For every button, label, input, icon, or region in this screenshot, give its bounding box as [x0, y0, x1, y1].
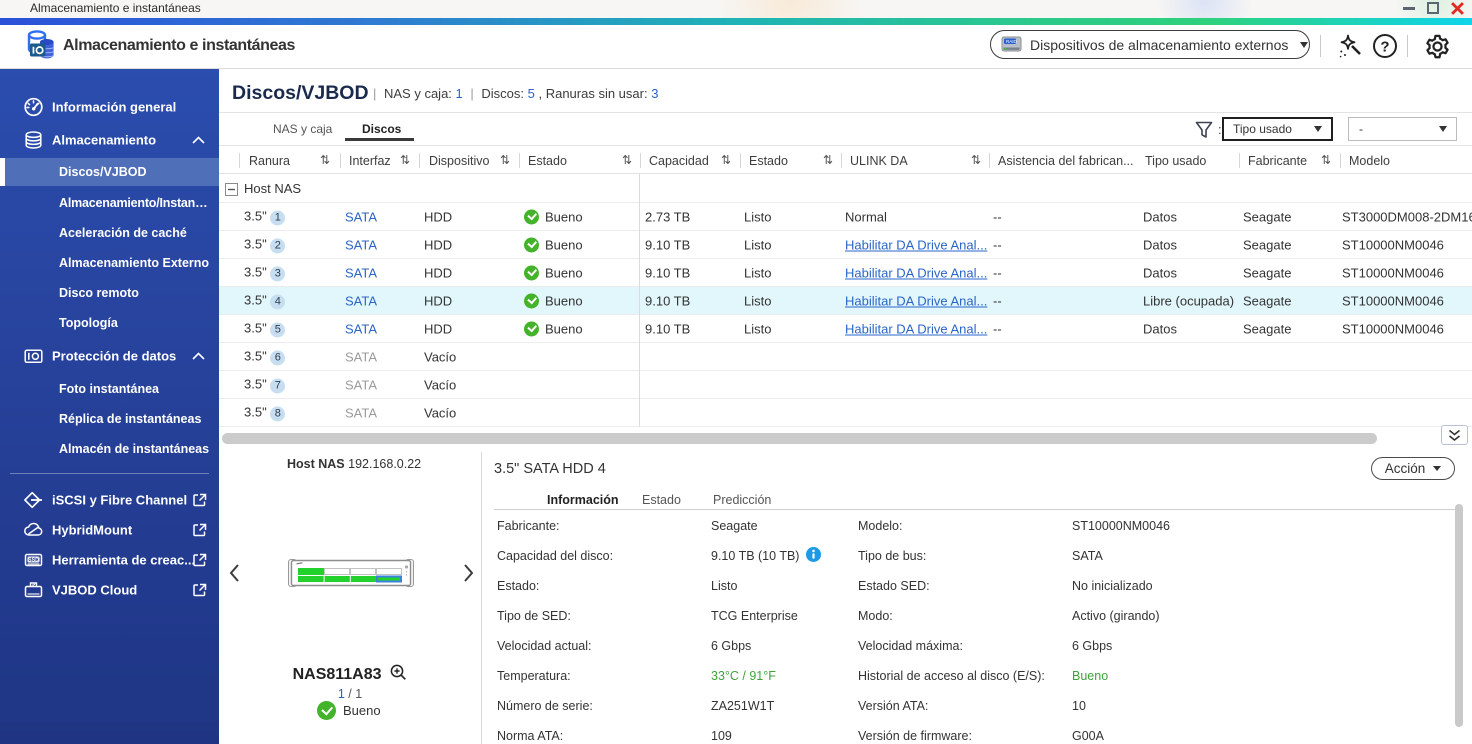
svg-text:SSD: SSD: [28, 557, 39, 563]
svg-text:?: ?: [1380, 39, 1389, 56]
svg-text:RAID: RAID: [1006, 39, 1018, 44]
